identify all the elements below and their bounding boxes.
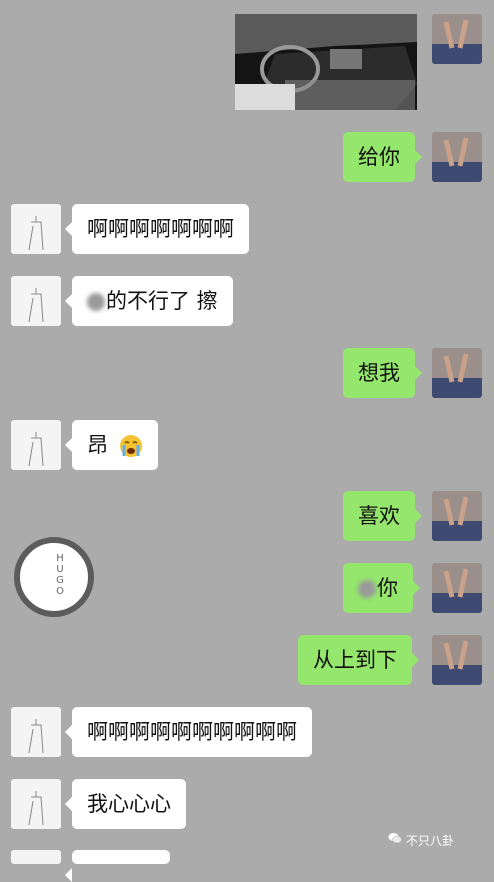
my-avatar[interactable]	[432, 14, 482, 64]
wechat-icon	[388, 833, 402, 844]
contact-avatar[interactable]	[11, 779, 61, 829]
contact-avatar[interactable]	[11, 707, 61, 757]
message-bubble-incoming[interactable]: 啊啊啊啊啊啊啊	[65, 204, 249, 254]
message-bubble-outgoing[interactable]: 从上到下	[298, 635, 419, 685]
message-text: 给你	[358, 145, 400, 169]
my-avatar[interactable]	[432, 635, 482, 685]
hugo-sticker: HUGO	[14, 537, 94, 617]
message-text: 想我	[358, 361, 400, 385]
message-bubble-incoming[interactable]: 的不行了 擦	[65, 276, 233, 326]
message-text: 的不行了 擦	[106, 289, 218, 313]
contact-avatar[interactable]	[11, 276, 61, 326]
redacted-blur	[87, 293, 105, 311]
contact-avatar[interactable]	[11, 420, 61, 470]
message-text: 昂	[87, 433, 108, 457]
message-text: 喜欢	[358, 504, 400, 528]
message-bubble-outgoing[interactable]: 想我	[343, 348, 422, 398]
message-bubble-outgoing[interactable]: 喜欢	[343, 491, 422, 541]
contact-avatar[interactable]	[11, 204, 61, 254]
my-avatar[interactable]	[432, 491, 482, 541]
message-text: 啊啊啊啊啊啊啊	[87, 217, 234, 241]
message-text: 啊啊啊啊啊啊啊啊啊啊	[87, 720, 297, 744]
message-text: 我心心心	[87, 792, 171, 816]
message-bubble-incoming[interactable]	[65, 850, 170, 882]
message-bubble-incoming[interactable]: 我心心心	[65, 779, 186, 829]
contact-avatar[interactable]	[11, 850, 61, 864]
my-avatar[interactable]	[432, 348, 482, 398]
my-avatar[interactable]	[432, 132, 482, 182]
message-text: 你	[377, 576, 398, 600]
hugo-label: HUGO	[56, 553, 64, 597]
crying-face-icon	[119, 435, 142, 457]
message-bubble-outgoing[interactable]: 你	[343, 563, 420, 613]
redacted-blur	[358, 580, 376, 598]
message-bubble-incoming[interactable]: 啊啊啊啊啊啊啊啊啊啊	[65, 707, 312, 757]
my-avatar[interactable]	[432, 563, 482, 613]
watermark-text: 不只八卦	[406, 834, 455, 848]
shared-photo[interactable]	[235, 14, 417, 110]
message-bubble-incoming[interactable]: 昂	[65, 420, 158, 470]
message-text: 从上到下	[313, 648, 397, 672]
message-bubble-outgoing[interactable]: 给你	[343, 132, 422, 182]
